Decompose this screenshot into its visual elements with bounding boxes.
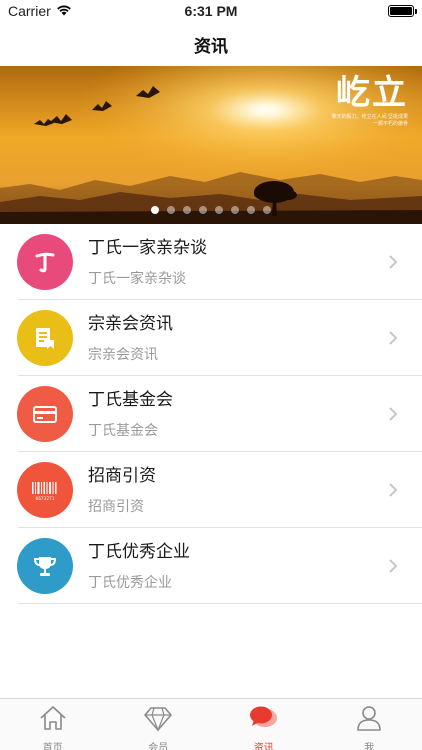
tab-label: 首页 [42,743,63,750]
trophy-icon [17,538,73,594]
banner-tagline-1: 擎天的毅力，屹立在人间 坚挺成果 [331,114,408,120]
chevron-right-icon [378,254,408,270]
list-item-subtitle: 丁氏一家亲杂谈 [88,270,186,286]
banner-carousel[interactable]: 屹立 擎天的毅力，屹立在人间 坚挺成果 一颗不朽的傲骨 [0,66,422,224]
carousel-dot[interactable] [167,206,175,214]
list-item-subtitle: 丁氏基金会 [88,422,158,438]
carrier-group: Carrier [8,3,72,19]
card-icon [17,386,73,442]
carousel-dot[interactable] [215,206,223,214]
barcode-number: 6673271 [36,496,55,502]
list-item-title: 丁氏基金会 [88,390,173,409]
carousel-dots[interactable] [0,206,422,214]
carousel-dot[interactable] [151,206,159,214]
nav-bar: 资讯 [0,22,422,66]
list-item-subtitle: 宗亲会资讯 [88,346,158,362]
ding-character-icon [17,234,73,290]
page-title: 资讯 [194,36,228,56]
status-bar: Carrier 6:31 PM [0,0,422,22]
carousel-dot[interactable] [231,206,239,214]
list-item-ding-family-chat[interactable]: 丁氏一家亲杂谈 丁氏一家亲杂谈 [0,224,422,300]
banner-logo-text: 屹立 [336,73,408,113]
carousel-dot[interactable] [263,206,271,214]
carousel-dot[interactable] [183,206,191,214]
list-item-investment[interactable]: 6673271 招商引资 招商引资 [0,452,422,528]
wifi-icon [56,3,72,19]
banner-logo: 屹立 擎天的毅力，屹立在人间 坚挺成果 一颗不朽的傲骨 [332,72,408,128]
tab-member[interactable]: 会员 [106,699,212,750]
news-category-list: 丁氏一家亲杂谈 丁氏一家亲杂谈 宗亲会资讯 宗亲会资讯 丁氏基金会 丁氏基金会 [0,224,422,604]
home-icon [38,704,68,737]
tab-me[interactable]: 我 [317,699,422,750]
list-item-excellent-enterprises[interactable]: 丁氏优秀企业 丁氏优秀企业 [0,528,422,604]
list-item-title: 丁氏优秀企业 [88,542,190,561]
chevron-right-icon [378,330,408,346]
tab-home[interactable]: 首页 [0,699,106,750]
tab-news[interactable]: 资讯 [211,699,317,750]
tab-bar: 首页 会员 资讯 我 [0,698,422,750]
list-item-ding-foundation[interactable]: 丁氏基金会 丁氏基金会 [0,376,422,452]
list-item-clan-news[interactable]: 宗亲会资讯 宗亲会资讯 [0,300,422,376]
carrier-label: Carrier [8,3,51,19]
chevron-right-icon [378,406,408,422]
barcode-icon: 6673271 [17,462,73,518]
carousel-dot[interactable] [247,206,255,214]
list-item-subtitle: 丁氏优秀企业 [88,574,172,590]
list-item-title: 宗亲会资讯 [88,314,173,333]
tab-label: 资讯 [253,743,274,750]
list-item-title: 丁氏一家亲杂谈 [88,238,207,257]
carousel-dot[interactable] [199,206,207,214]
diamond-icon [143,704,173,737]
battery-icon [388,5,417,17]
tab-label: 我 [364,743,375,750]
person-icon [354,704,384,737]
chat-bubbles-icon [249,704,279,737]
chevron-right-icon [378,482,408,498]
document-icon [17,310,73,366]
banner-tagline-2: 一颗不朽的傲骨 [372,121,408,127]
list-item-subtitle: 招商引资 [88,498,144,514]
tab-label: 会员 [148,743,169,750]
chevron-right-icon [378,558,408,574]
list-item-title: 招商引资 [88,466,156,485]
